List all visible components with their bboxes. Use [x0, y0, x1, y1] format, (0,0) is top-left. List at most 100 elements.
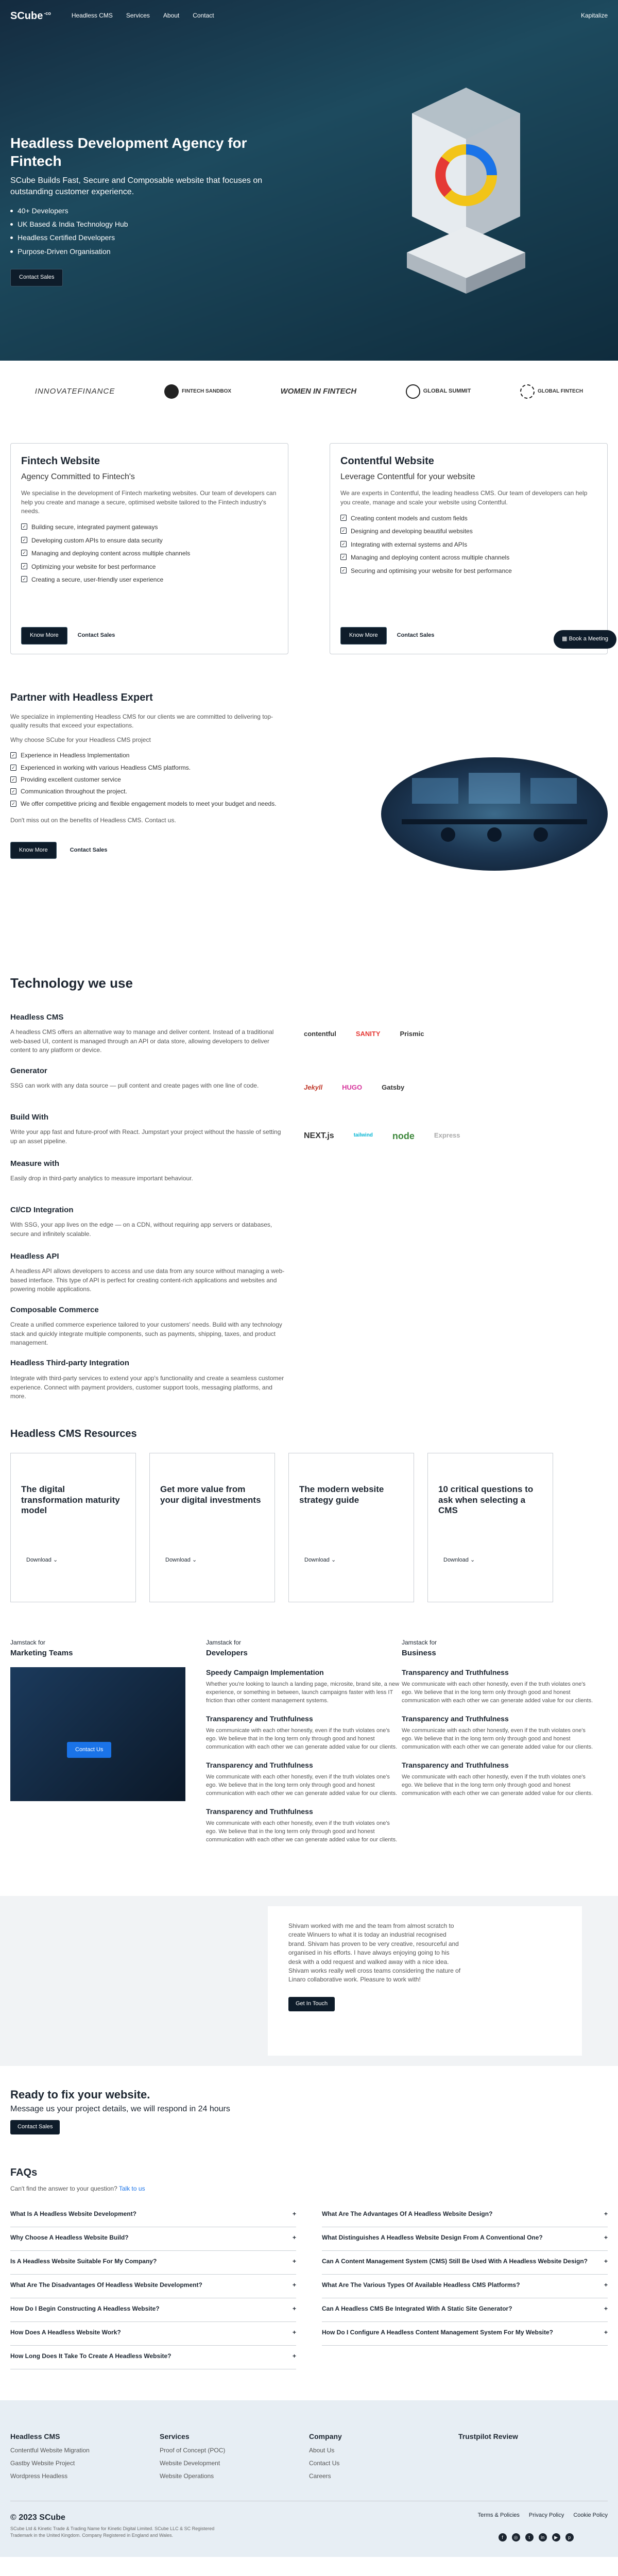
know-more-button[interactable]: Know More	[340, 627, 387, 645]
card-list-item: ✓ Creating a secure, user-friendly user e…	[21, 573, 278, 586]
terms-link[interactable]: Terms & Policies	[478, 2512, 520, 2520]
footer-col-title: Company	[309, 2432, 342, 2441]
facebook-icon[interactable]: f	[498, 2533, 507, 2541]
card-subtitle: Leverage Contentful for your website	[340, 472, 475, 481]
faq-item[interactable]: What Distinguishes A Headless Website De…	[322, 2227, 608, 2251]
faq-item[interactable]: Can A Content Management System (CMS) St…	[322, 2251, 608, 2275]
check-icon: ✓	[10, 764, 16, 771]
download-link[interactable]: Download ⌄	[165, 1556, 197, 1565]
footer-link[interactable]: Contentful Website Migration	[10, 2446, 160, 2455]
check-icon: ✓	[340, 514, 347, 521]
partner-logo: WOMEN IN FINTECH	[280, 387, 357, 396]
footer-link[interactable]: Proof of Concept (POC)	[160, 2446, 309, 2455]
tech-row: Measure with Easily drop in third-party a…	[10, 1153, 608, 1199]
faq-item[interactable]: How Does A Headless Website Work? +	[10, 2322, 296, 2346]
chevron-down-icon: ⌄	[331, 1557, 336, 1564]
tech-logos: Jekyll HUGO Gatsby	[304, 1083, 404, 1093]
faq-item[interactable]: How Long Does It Take To Create A Headle…	[10, 2346, 296, 2370]
hero-bullets: 40+ Developers UK Based & India Technolo…	[10, 206, 268, 257]
footer-link[interactable]: Contact Us	[309, 2459, 458, 2468]
contact-sales-link[interactable]: Contact Sales	[70, 846, 108, 855]
copyright: © 2023 SCube	[10, 2513, 65, 2522]
partner-logo: GLOBAL FINTECH	[520, 384, 583, 399]
faq-question: What Are The Disadvantages Of Headless W…	[10, 2281, 202, 2289]
hero-text: Headless Development Agency for Fintech …	[10, 134, 268, 286]
faq-item[interactable]: What Are The Various Types Of Available …	[322, 2275, 608, 2299]
privacy-link[interactable]: Privacy Policy	[529, 2512, 564, 2520]
card-title: Fintech Website	[21, 455, 100, 467]
resource-card[interactable]: Get more value from your digital investm…	[149, 1453, 275, 1603]
resource-card[interactable]: The digital transformation maturity mode…	[10, 1453, 136, 1603]
download-link[interactable]: Download ⌄	[26, 1556, 58, 1565]
tech-row-desc: SSG can work with any data source — pull…	[10, 1082, 259, 1090]
card-list-item: ✓ Designing and developing beautiful webs…	[340, 525, 597, 538]
hero-section: SCube -co Headless CMS Services About Con…	[0, 0, 618, 361]
faq-item[interactable]: Is A Headless Website Suitable For My Co…	[10, 2251, 296, 2275]
logo[interactable]: SCube -co	[10, 9, 51, 24]
tech-logo: Gatsby	[382, 1083, 405, 1091]
faq-item[interactable]: What Are The Advantages Of A Headless We…	[322, 2204, 608, 2228]
download-link[interactable]: Download ⌄	[304, 1556, 336, 1565]
footer-link[interactable]: About Us	[309, 2446, 458, 2455]
nav-right-link[interactable]: Kapitalize	[581, 11, 608, 20]
teams-pre: Jamstack for	[402, 1639, 437, 1647]
partner-title: Partner with Headless Expert	[10, 692, 153, 703]
hero-title: Headless Development Agency for Fintech	[10, 135, 247, 169]
nav-link-headless-cms[interactable]: Headless CMS	[72, 11, 113, 20]
linkedin-icon[interactable]: in	[538, 2533, 547, 2541]
hero-contact-sales-button[interactable]: Contact Sales	[10, 268, 63, 286]
cookie-link[interactable]: Cookie Policy	[573, 2512, 608, 2520]
get-in-touch-button[interactable]: Get In Touch	[288, 1996, 335, 2011]
know-more-button[interactable]: Know More	[10, 841, 57, 859]
teams-col-marketing: Jamstack for Marketing Teams Contact Us	[10, 1638, 206, 1844]
twitter-icon[interactable]: t	[525, 2533, 534, 2541]
card-list-item: ✓ Managing and deploying content across m…	[340, 551, 597, 564]
faq-item[interactable]: How Do I Begin Constructing A Headless W…	[10, 2298, 296, 2323]
download-link[interactable]: Download ⌄	[443, 1556, 475, 1565]
card-list-text: Developing custom APIs to ensure data se…	[31, 536, 163, 544]
footer-link[interactable]: Careers	[309, 2472, 458, 2481]
check-icon: ✓	[340, 567, 347, 573]
instagram-icon[interactable]: ◎	[511, 2533, 520, 2541]
tech-row-title: Generator	[10, 1066, 47, 1075]
footer-link[interactable]: Wordpress Headless	[10, 2472, 160, 2481]
card-list-text: Building secure, integrated payment gate…	[31, 523, 158, 531]
partner-list: ✓ Experience in Headless Implementation ✓…	[10, 750, 288, 810]
contact-sales-link[interactable]: Contact Sales	[397, 632, 435, 640]
footer-link[interactable]: Website Operations	[160, 2472, 309, 2481]
faq-question: How Do I Begin Constructing A Headless W…	[10, 2305, 160, 2313]
youtube-icon[interactable]: ▶	[552, 2533, 560, 2541]
faq-item[interactable]: Can A Headless CMS Be Integrated With A …	[322, 2298, 608, 2323]
faq-item[interactable]: What Are The Disadvantages Of Headless W…	[10, 2275, 296, 2299]
contact-us-button[interactable]: Contact Us	[67, 1741, 112, 1758]
tech-row-desc: Integrate with third-party services to e…	[10, 1375, 284, 1400]
nav-link-services[interactable]: Services	[126, 11, 150, 20]
pinterest-icon[interactable]: p	[565, 2533, 574, 2541]
faq-item[interactable]: What Is A Headless Website Development? +	[10, 2204, 296, 2228]
contact-sales-button[interactable]: Contact Sales	[10, 2120, 60, 2134]
nav-link-contact[interactable]: Contact	[193, 11, 214, 20]
footer-link[interactable]: Gastby Website Project	[10, 2459, 160, 2468]
check-icon: ✓	[10, 788, 16, 795]
tech-row: Headless CMS A headless CMS offers an alt…	[10, 1007, 608, 1060]
teams-item-text: We communicate with each other honestly,…	[206, 1774, 398, 1797]
nav-link-about[interactable]: About	[163, 11, 179, 20]
faq-item[interactable]: How Do I Configure A Headless Content Ma…	[322, 2322, 608, 2346]
resource-card[interactable]: 10 critical questions to ask when select…	[427, 1453, 553, 1603]
faq-item[interactable]: Why Choose A Headless Website Build? +	[10, 2227, 296, 2251]
tech-row: Generator SSG can work with any data sour…	[10, 1060, 608, 1107]
partner-list-text: Experienced in working with various Head…	[21, 764, 191, 771]
footer-link[interactable]: Website Development	[160, 2459, 309, 2468]
resource-card[interactable]: The modern website strategy guide Downloa…	[288, 1453, 414, 1603]
plus-icon: +	[604, 2210, 608, 2218]
know-more-button[interactable]: Know More	[21, 627, 67, 645]
book-meeting-button[interactable]: ▦ Book a Meeting	[554, 630, 616, 649]
faq-question: What Are The Various Types Of Available …	[322, 2281, 520, 2289]
fintech-card: Fintech Website Agency Committed to Fint…	[10, 443, 288, 654]
tech-row-title: CI/CD Integration	[10, 1205, 74, 1214]
control-room-illustration	[402, 773, 587, 842]
plus-icon: +	[604, 2329, 608, 2336]
talk-to-us-link[interactable]: Talk to us	[119, 2185, 145, 2192]
teams-item-text: Whether you're looking to launch a landi…	[206, 1681, 400, 1704]
contact-sales-link[interactable]: Contact Sales	[78, 632, 115, 640]
